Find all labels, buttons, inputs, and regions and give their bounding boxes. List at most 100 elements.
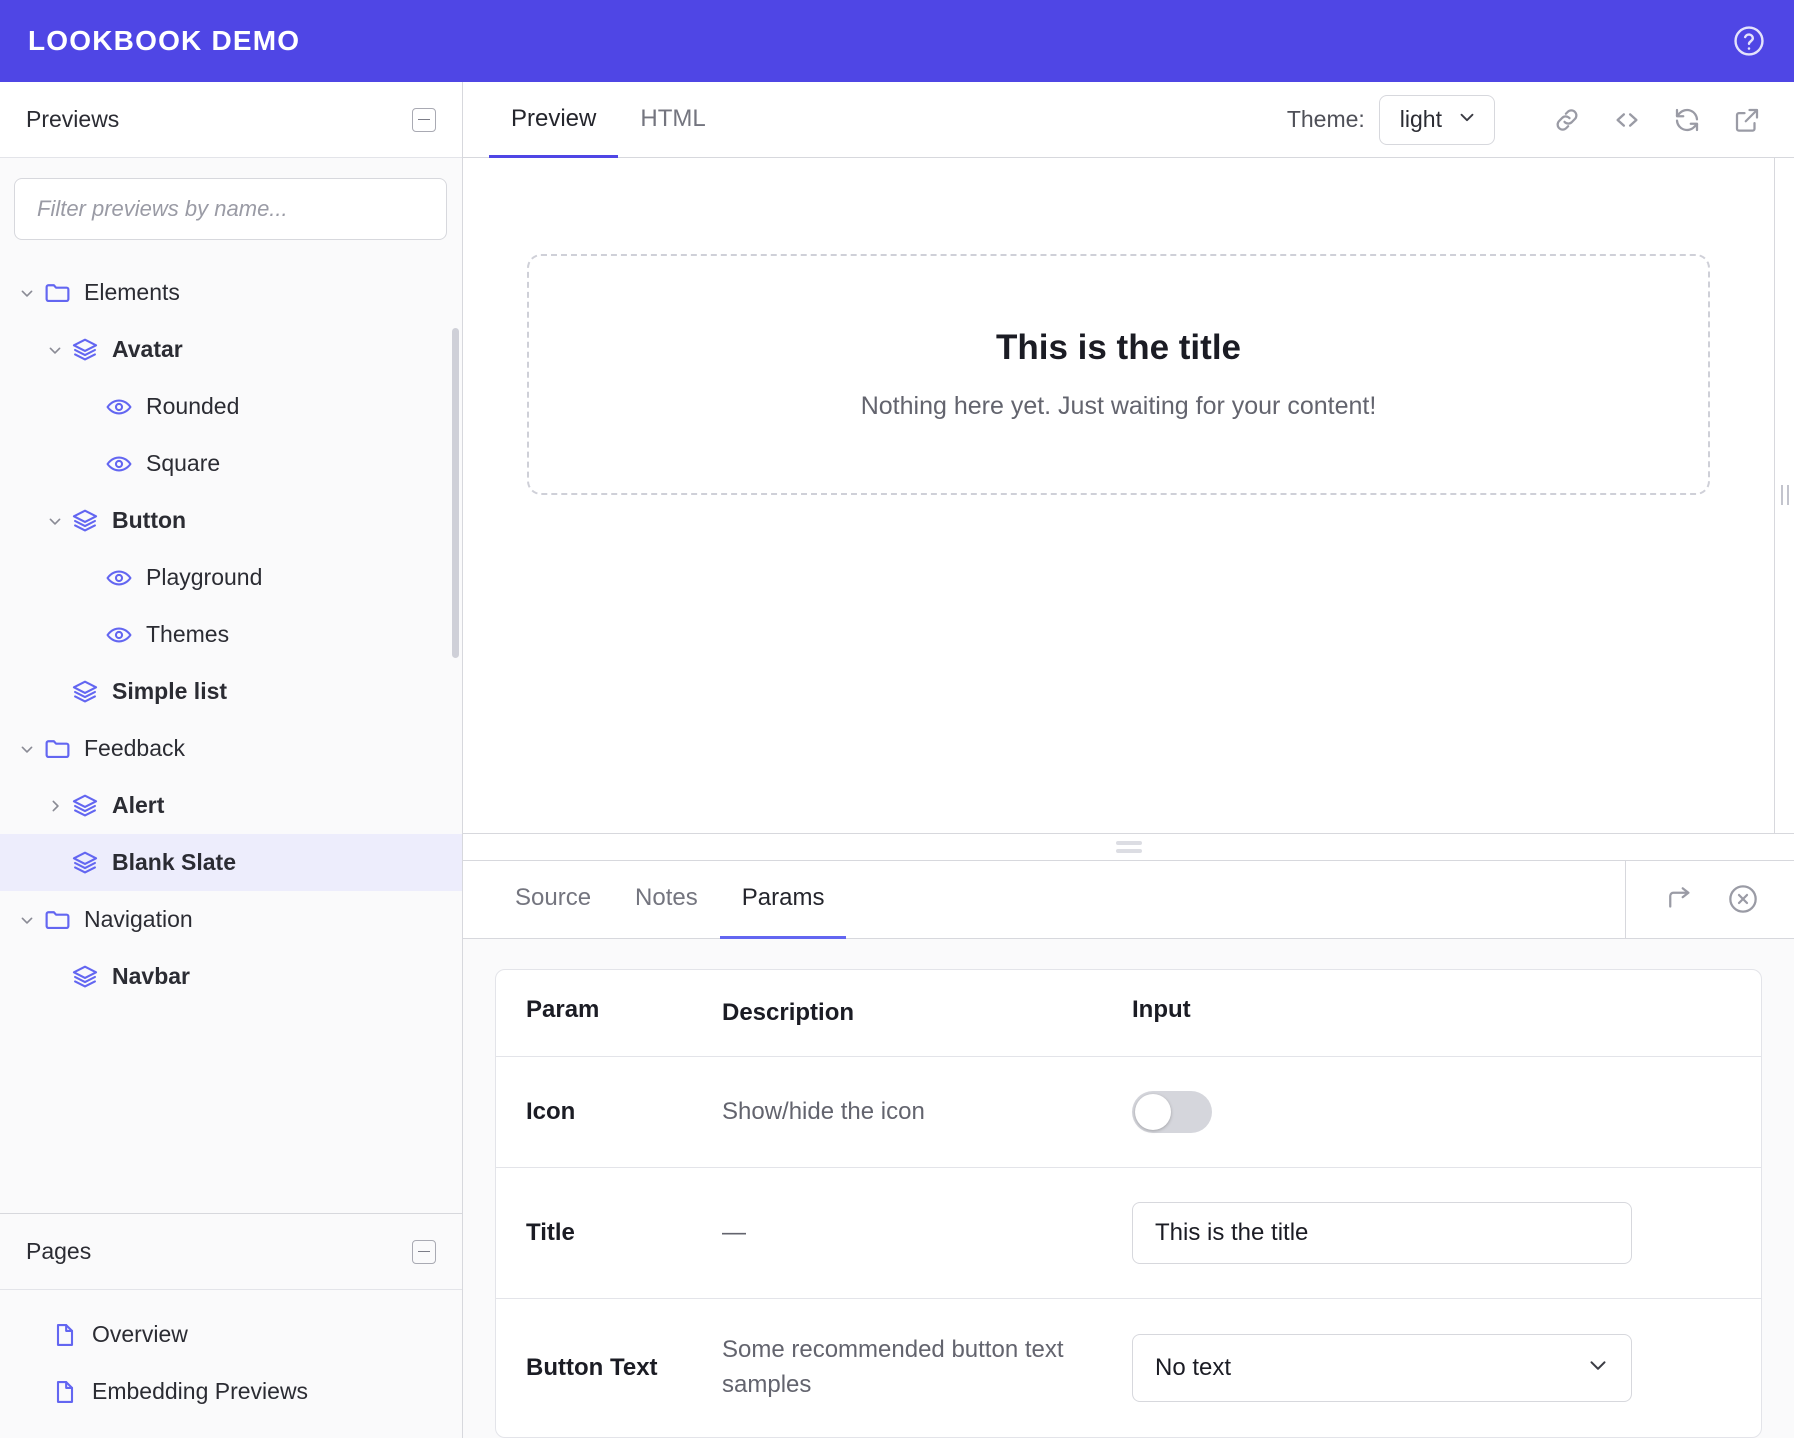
tree-item-label: Blank Slate [112, 849, 236, 875]
tree-item-label: Alert [112, 792, 165, 818]
vertical-resize-handle[interactable] [1774, 158, 1794, 833]
param-description: — [722, 1219, 746, 1246]
param-description: Some recommended button text samples [722, 1336, 1064, 1399]
tree-item-alert[interactable]: Alert [0, 777, 462, 834]
button-text-select-value: No text [1155, 1354, 1232, 1382]
tree-item-feedback[interactable]: Feedback [0, 720, 462, 777]
preview-tabs: Preview HTML [463, 82, 728, 158]
tree-item-blank-slate[interactable]: Blank Slate [0, 834, 462, 891]
tree-item-playground[interactable]: Playground [0, 549, 462, 606]
eye-icon [102, 450, 136, 478]
page-item-label: Overview [92, 1321, 188, 1347]
chevron-down-icon[interactable] [14, 739, 40, 759]
preview-action-icons [1518, 95, 1794, 145]
inspector-tab-params[interactable]: Params [719, 861, 847, 939]
tree-item-avatar[interactable]: Avatar [0, 321, 462, 378]
page-item-label: Embedding Previews [92, 1378, 309, 1404]
theme-select[interactable]: light [1378, 94, 1495, 145]
tree-item-button[interactable]: Button [0, 492, 462, 549]
tab-preview[interactable]: Preview [489, 82, 619, 158]
pages-pane: Pages Overview Embedding Previews [0, 1213, 462, 1438]
tree-item-label: Navbar [112, 963, 190, 989]
tree-item-label: Square [146, 450, 221, 476]
title-text-input[interactable] [1132, 1202, 1632, 1265]
param-input-cell: No text [1132, 1334, 1761, 1403]
link-icon[interactable] [1542, 95, 1592, 145]
chevron-down-icon[interactable] [14, 910, 40, 930]
inspector-tab-source[interactable]: Source [493, 861, 613, 939]
layers-icon [68, 792, 102, 820]
param-input-cell [1132, 1091, 1761, 1134]
column-header-param: Param [526, 995, 600, 1023]
param-description: Show/hide the icon [722, 1098, 925, 1125]
code-icon[interactable] [1602, 95, 1652, 145]
previews-tree: Elements Avatar Rounded Square Button Playgro… [0, 248, 462, 1213]
filter-previews-wrap [0, 158, 462, 248]
tree-item-label: Feedback [84, 735, 186, 761]
close-circle-icon[interactable] [1720, 876, 1766, 922]
param-name: Title [526, 1219, 575, 1247]
chevron-down-icon[interactable] [42, 511, 68, 531]
chevron-down-icon[interactable] [14, 283, 40, 303]
minus-box-icon[interactable] [412, 1239, 436, 1264]
layers-icon [68, 507, 102, 535]
pages-list: Overview Embedding Previews [0, 1290, 462, 1438]
tree-item-label: Simple list [112, 678, 228, 704]
horizontal-resize-grip [1115, 840, 1142, 853]
external-link-icon[interactable] [1722, 95, 1772, 145]
tree-scrollbar[interactable] [452, 328, 459, 658]
page-item-overview[interactable]: Overview [0, 1306, 462, 1363]
previews-panel-title: Previews [26, 106, 120, 132]
app-root: Lookbook Demo Previews Elements Avatar Rou… [0, 0, 1794, 1438]
toggle-knob [1135, 1094, 1171, 1131]
column-header-description: Description [722, 998, 855, 1026]
tree-item-rounded[interactable]: Rounded [0, 378, 462, 435]
inspector-actions [1625, 860, 1794, 938]
pages-panel-header: Pages [0, 1214, 462, 1290]
tab-html[interactable]: HTML [618, 82, 727, 158]
tree-item-label: Navigation [84, 906, 193, 932]
inspector-tabs: Source Notes Params [463, 861, 847, 939]
help-circle-icon[interactable] [1732, 24, 1766, 58]
column-header-input: Input [1132, 995, 1191, 1023]
chevron-down-icon [1585, 1352, 1611, 1385]
minus-box-icon[interactable] [412, 107, 436, 132]
layers-icon [68, 336, 102, 364]
tree-item-label: Elements [84, 279, 180, 305]
blank-slate-text: Nothing here yet. Just waiting for your … [860, 392, 1377, 420]
preview-toolbar: Preview HTML Theme: light [463, 82, 1794, 158]
params-header-row: Param Description Input [496, 970, 1761, 1058]
tree-item-elements[interactable]: Elements [0, 264, 462, 321]
tree-item-navbar[interactable]: Navbar [0, 948, 462, 1005]
app-brand-title: Lookbook Demo [28, 25, 301, 56]
tree-item-label: Rounded [146, 393, 240, 419]
chevron-down-icon[interactable] [42, 340, 68, 360]
chevron-right-icon[interactable] [42, 796, 68, 816]
tree-item-themes[interactable]: Themes [0, 606, 462, 663]
horizontal-resize-handle[interactable] [463, 832, 1794, 861]
icon-toggle-switch[interactable] [1132, 1091, 1212, 1134]
inspector-tabbar: Source Notes Params [463, 860, 1794, 939]
tree-item-label: Playground [146, 564, 263, 590]
folder-icon [40, 905, 74, 934]
param-name: Icon [526, 1098, 576, 1126]
open-in-new-icon[interactable] [1656, 876, 1702, 922]
chevron-down-icon [1456, 106, 1478, 134]
tree-item-navigation[interactable]: Navigation [0, 891, 462, 948]
params-row: Icon Show/hide the icon [496, 1057, 1761, 1169]
previews-panel-header: Previews [0, 82, 462, 158]
inspector-tab-notes[interactable]: Notes [613, 861, 720, 939]
tree-item-square[interactable]: Square [0, 435, 462, 492]
tree-item-label: Themes [146, 621, 230, 647]
filter-previews-input[interactable] [14, 178, 447, 240]
app-body: Previews Elements Avatar Rounded Square Butt… [0, 82, 1794, 1438]
preview-toolbar-right: Theme: light [1287, 82, 1794, 157]
refresh-icon[interactable] [1662, 95, 1712, 145]
theme-select-value: light [1399, 106, 1442, 132]
page-item-embedding-previews[interactable]: Embedding Previews [0, 1363, 462, 1420]
eye-icon [102, 393, 136, 421]
button-text-select[interactable]: No text [1132, 1334, 1632, 1403]
tree-item-simple-list[interactable]: Simple list [0, 663, 462, 720]
preview-canvas: This is the title Nothing here yet. Just… [463, 158, 1774, 833]
app-header: Lookbook Demo [0, 0, 1794, 82]
